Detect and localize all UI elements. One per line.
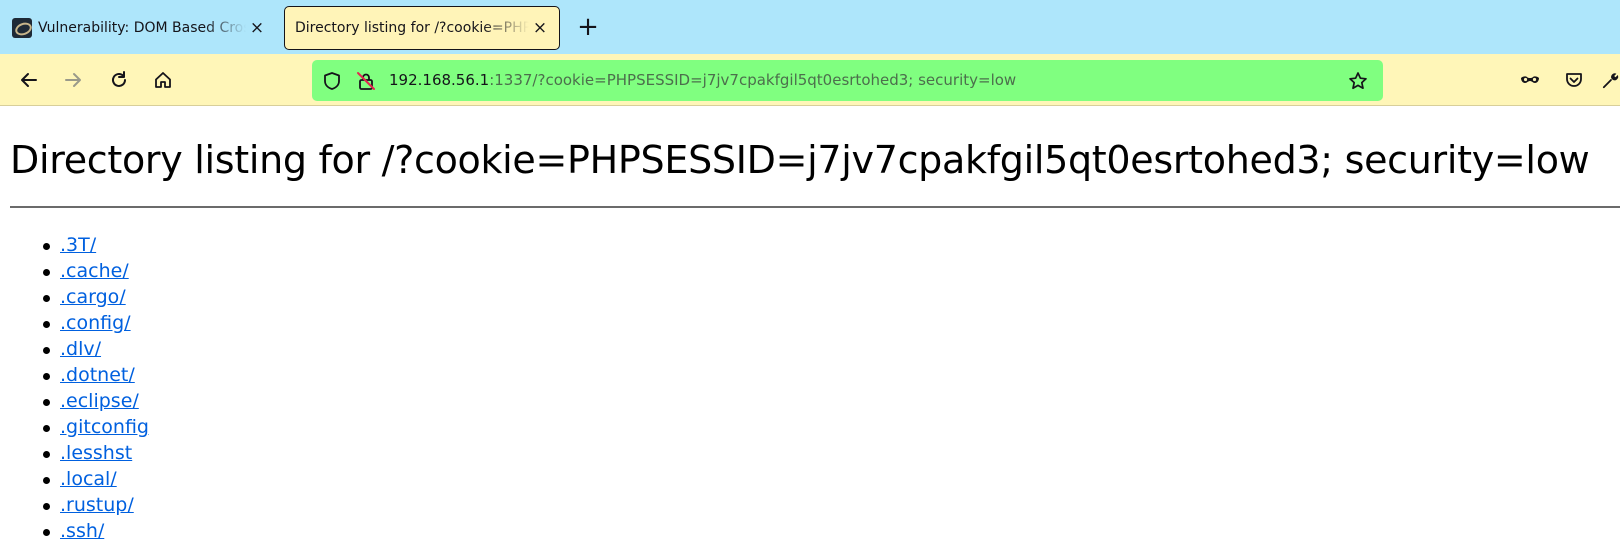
insecure-lock-icon [357, 72, 375, 90]
bookmark-star-button[interactable] [1346, 69, 1370, 93]
directory-listing: .3T/ .cache/ .cargo/ .config/ .dlv/ .dot… [10, 232, 1620, 539]
back-button[interactable] [13, 64, 45, 96]
tracking-protection-button[interactable] [320, 69, 344, 93]
reload-button[interactable] [103, 64, 135, 96]
tab-directory-listing[interactable]: Directory listing for /?cookie=PHPSESSID… [284, 6, 560, 50]
reload-icon [112, 71, 126, 87]
new-tab-button[interactable]: + [574, 13, 602, 41]
directory-link-dlv[interactable]: .dlv/ [60, 338, 101, 360]
shield-icon [324, 72, 340, 90]
forward-arrow-icon [65, 73, 81, 87]
home-button[interactable] [147, 64, 179, 96]
directory-link-dotnet[interactable]: .dotnet/ [60, 364, 135, 386]
address-bar[interactable]: 192.168.56.1:1337/?cookie=PHPSESSID=j7jv… [312, 60, 1383, 101]
list-item: .cache/ [43, 258, 1620, 284]
directory-link-config[interactable]: .config/ [60, 312, 131, 334]
tab-title: Directory listing for /?cookie=PHPSESSID… [295, 20, 529, 36]
list-item: .local/ [43, 466, 1620, 492]
horizontal-rule [10, 206, 1620, 208]
star-icon [1349, 72, 1367, 90]
list-item: .lesshst [43, 440, 1620, 466]
file-link-gitconfig[interactable]: .gitconfig [60, 416, 149, 438]
list-item: .config/ [43, 310, 1620, 336]
tab-title: Vulnerability: DOM Based Cross Site Scri… [38, 20, 246, 36]
site-info-button[interactable] [354, 69, 378, 93]
extensions-button[interactable] [1602, 64, 1620, 96]
page-title: Directory listing for /?cookie=PHPSESSID… [10, 138, 1590, 182]
pocket-button[interactable] [1558, 64, 1590, 96]
private-browsing-indicator [1514, 64, 1546, 96]
list-item: .dlv/ [43, 336, 1620, 362]
tab-dvwa-xss[interactable]: Vulnerability: DOM Based Cross Site Scri… [0, 6, 276, 50]
directory-link-eclipse[interactable]: .eclipse/ [60, 390, 139, 412]
url-host: 192.168.56.1 [389, 71, 490, 89]
mask-icon [1521, 76, 1539, 83]
url-path: :1337/?cookie=PHPSESSID=j7jv7cpakfgil5qt… [489, 71, 1017, 89]
tab-strip: Vulnerability: DOM Based Cross Site Scri… [0, 0, 1620, 54]
list-item: .cargo/ [43, 284, 1620, 310]
directory-link-cargo[interactable]: .cargo/ [60, 286, 126, 308]
dvwa-favicon-icon [12, 18, 32, 38]
directory-link-rustup[interactable]: .rustup/ [60, 494, 134, 516]
directory-link-ssh[interactable]: .ssh/ [60, 520, 104, 539]
list-item: .ssh/ [43, 518, 1620, 539]
url-text[interactable]: 192.168.56.1:1337/?cookie=PHPSESSID=j7jv… [389, 71, 1016, 89]
directory-link-local[interactable]: .local/ [60, 468, 117, 490]
back-arrow-icon [21, 73, 37, 87]
list-item: .gitconfig [43, 414, 1620, 440]
list-item: .rustup/ [43, 492, 1620, 518]
file-link-lesshst[interactable]: .lesshst [60, 442, 132, 464]
list-item: .eclipse/ [43, 388, 1620, 414]
list-item: .3T/ [43, 232, 1620, 258]
tab-close-icon[interactable]: × [529, 17, 551, 39]
navigation-toolbar: 192.168.56.1:1337/?cookie=PHPSESSID=j7jv… [0, 54, 1620, 106]
pocket-icon [1566, 73, 1582, 87]
tab-close-icon[interactable]: × [246, 17, 268, 39]
forward-button[interactable] [57, 64, 89, 96]
home-icon [155, 72, 171, 88]
list-item: .dotnet/ [43, 362, 1620, 388]
page-content: Directory listing for /?cookie=PHPSESSID… [10, 107, 1620, 539]
wrench-icon [1602, 73, 1619, 89]
directory-link-cache[interactable]: .cache/ [60, 260, 129, 282]
directory-link-3t[interactable]: .3T/ [60, 234, 96, 256]
